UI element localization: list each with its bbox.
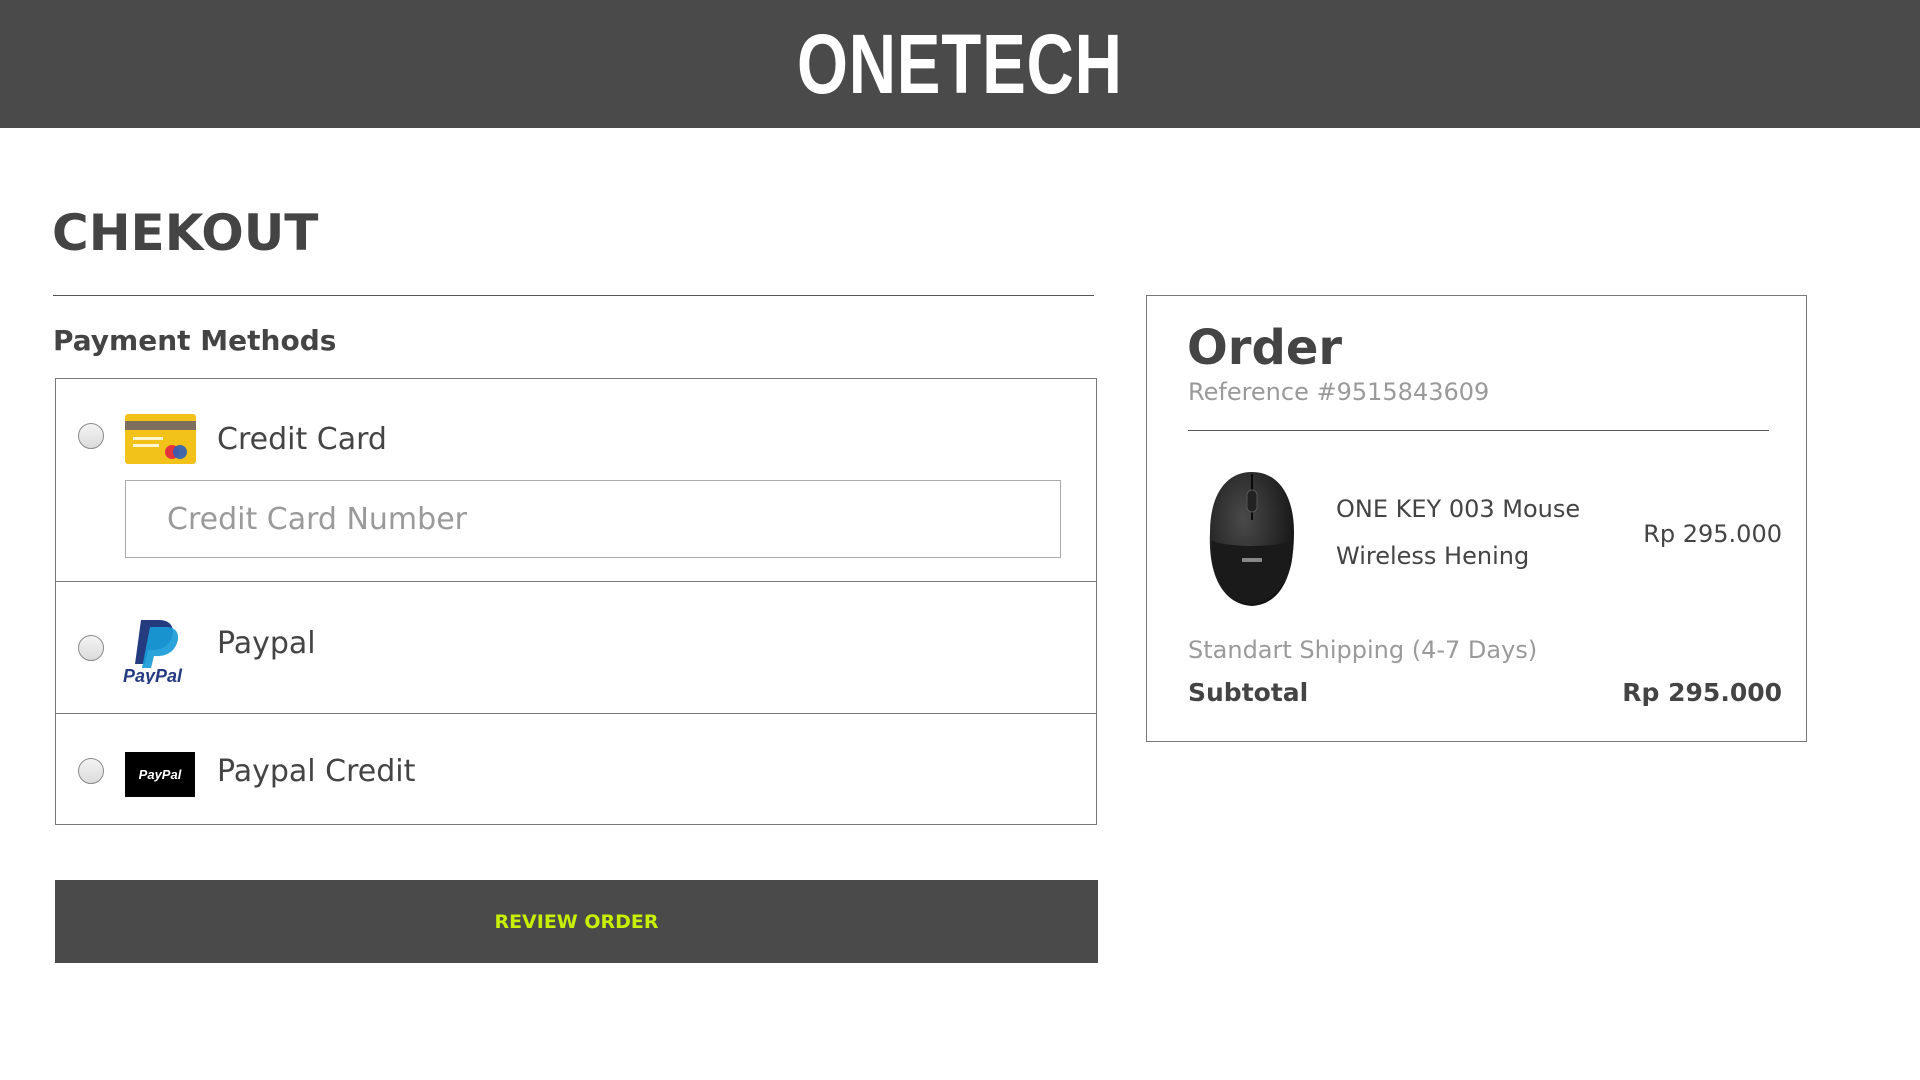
page-title: CHEKOUT bbox=[52, 204, 319, 262]
order-summary: Order Reference #9515843609 ONE KEY 003 … bbox=[1146, 295, 1807, 742]
payment-methods-list: Credit Card PayPal Paypal PayPal Paypal … bbox=[55, 378, 1097, 825]
order-title: Order bbox=[1187, 320, 1343, 376]
subtotal-label: Subtotal bbox=[1188, 678, 1309, 707]
product-name: ONE KEY 003 Mouse Wireless Hening bbox=[1336, 495, 1581, 570]
order-reference: Reference #9515843609 bbox=[1188, 378, 1490, 406]
subtotal-value: Rp 295.000 bbox=[1622, 678, 1782, 707]
paypal-credit-label: Paypal Credit bbox=[217, 754, 416, 789]
review-order-button[interactable]: REVIEW ORDER bbox=[55, 880, 1098, 963]
paypal-logo-icon: PayPal bbox=[123, 620, 183, 684]
paypal-logo-text: PayPal bbox=[123, 666, 183, 684]
product-price: Rp 295.000 bbox=[1643, 520, 1782, 548]
credit-card-icon bbox=[125, 414, 196, 464]
credit-card-number-input[interactable] bbox=[125, 480, 1061, 558]
payment-option-paypal-credit[interactable]: PayPal Paypal Credit bbox=[56, 714, 1096, 825]
site-header: ONETECH bbox=[0, 0, 1920, 128]
payment-option-credit-card[interactable]: Credit Card bbox=[56, 379, 1096, 582]
paypal-credit-radio[interactable] bbox=[78, 758, 104, 784]
shipping-method: Standart Shipping (4-7 Days) bbox=[1188, 636, 1538, 664]
payment-option-paypal[interactable]: PayPal Paypal bbox=[56, 582, 1096, 714]
credit-card-label: Credit Card bbox=[217, 422, 387, 457]
paypal-label: Paypal bbox=[217, 626, 316, 661]
wireless-mouse-image bbox=[1209, 472, 1294, 606]
payment-methods-heading: Payment Methods bbox=[53, 324, 337, 357]
paypal-radio[interactable] bbox=[78, 635, 104, 661]
order-divider bbox=[1188, 430, 1769, 431]
title-divider bbox=[53, 295, 1094, 296]
onetech-logo[interactable]: ONETECH bbox=[797, 22, 1123, 106]
credit-card-radio[interactable] bbox=[78, 423, 104, 449]
paypal-credit-icon: PayPal bbox=[125, 752, 195, 797]
